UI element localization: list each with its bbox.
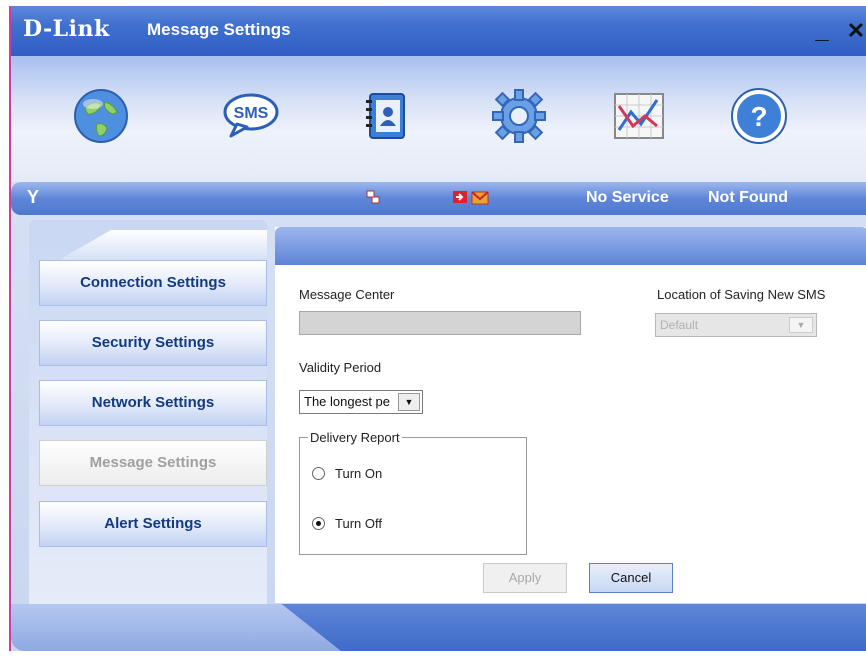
nav-connection-settings[interactable]: Connection Settings <box>39 260 267 306</box>
message-center-input[interactable] <box>299 311 581 335</box>
sms-label: SMS <box>234 105 269 122</box>
device-status: Not Found <box>708 189 788 206</box>
help-icon[interactable]: ? <box>729 86 789 146</box>
title-bar: D-Link Message Settings _ ✕ <box>11 6 866 56</box>
validity-value: The longest pe <box>304 394 391 409</box>
close-button[interactable]: ✕ <box>841 16 866 46</box>
antenna-icon: Y <box>27 187 40 207</box>
apply-button[interactable]: Apply <box>483 563 567 593</box>
network-icon <box>365 189 381 208</box>
nav-network-settings[interactable]: Network Settings <box>39 380 267 426</box>
radio-checked-icon <box>312 517 325 530</box>
window-title: Message Settings <box>147 20 291 39</box>
envelope-icon <box>471 189 489 210</box>
chart-icon[interactable] <box>609 86 669 146</box>
turn-off-radio[interactable]: Turn Off <box>312 516 382 531</box>
dlink-logo: D-Link <box>23 16 110 42</box>
location-value: Default <box>660 318 699 332</box>
bottom-decoration <box>11 604 341 651</box>
validity-select[interactable]: The longest pe ▼ <box>299 390 423 414</box>
app-window: D-Link Message Settings _ ✕ SMS ? Y No S… <box>9 6 866 651</box>
sms-inbox-icon <box>452 189 468 210</box>
turn-off-label: Turn Off <box>335 516 382 531</box>
sms-bubble-icon[interactable]: SMS <box>221 86 281 146</box>
chevron-down-icon: ▼ <box>789 317 813 333</box>
panel-header <box>275 227 866 265</box>
contacts-book-icon[interactable] <box>356 86 416 146</box>
message-center-label: Message Center <box>299 287 395 302</box>
chevron-down-icon: ▼ <box>398 393 420 411</box>
bottom-bar <box>11 604 866 651</box>
delivery-report-label: Delivery Report <box>308 430 402 445</box>
radio-unchecked-icon <box>312 467 325 480</box>
settings-nav: Connection Settings Security Settings Ne… <box>29 220 267 620</box>
turn-on-radio[interactable]: Turn On <box>312 466 382 481</box>
nav-message-settings[interactable]: Message Settings <box>39 440 267 486</box>
globe-icon[interactable] <box>71 86 131 146</box>
nav-header-tab <box>59 230 267 260</box>
main-toolbar: SMS ? <box>11 56 866 182</box>
nav-alert-settings[interactable]: Alert Settings <box>39 501 267 547</box>
service-status: No Service <box>586 189 669 206</box>
validity-label: Validity Period <box>299 360 382 375</box>
help-label: ? <box>750 101 767 132</box>
turn-on-label: Turn On <box>335 466 383 481</box>
minimize-button[interactable]: _ <box>807 16 837 46</box>
nav-security-settings[interactable]: Security Settings <box>39 320 267 366</box>
delivery-report-group: Delivery Report Turn On Turn Off <box>299 430 527 555</box>
cancel-button[interactable]: Cancel <box>589 563 673 593</box>
location-select[interactable]: Default ▼ <box>655 313 817 337</box>
status-bar: Y No Service Not Found <box>11 182 866 215</box>
gear-icon[interactable] <box>489 86 549 146</box>
location-label: Location of Saving New SMS <box>657 287 826 302</box>
message-settings-panel: Message Center Location of Saving New SM… <box>275 227 866 603</box>
